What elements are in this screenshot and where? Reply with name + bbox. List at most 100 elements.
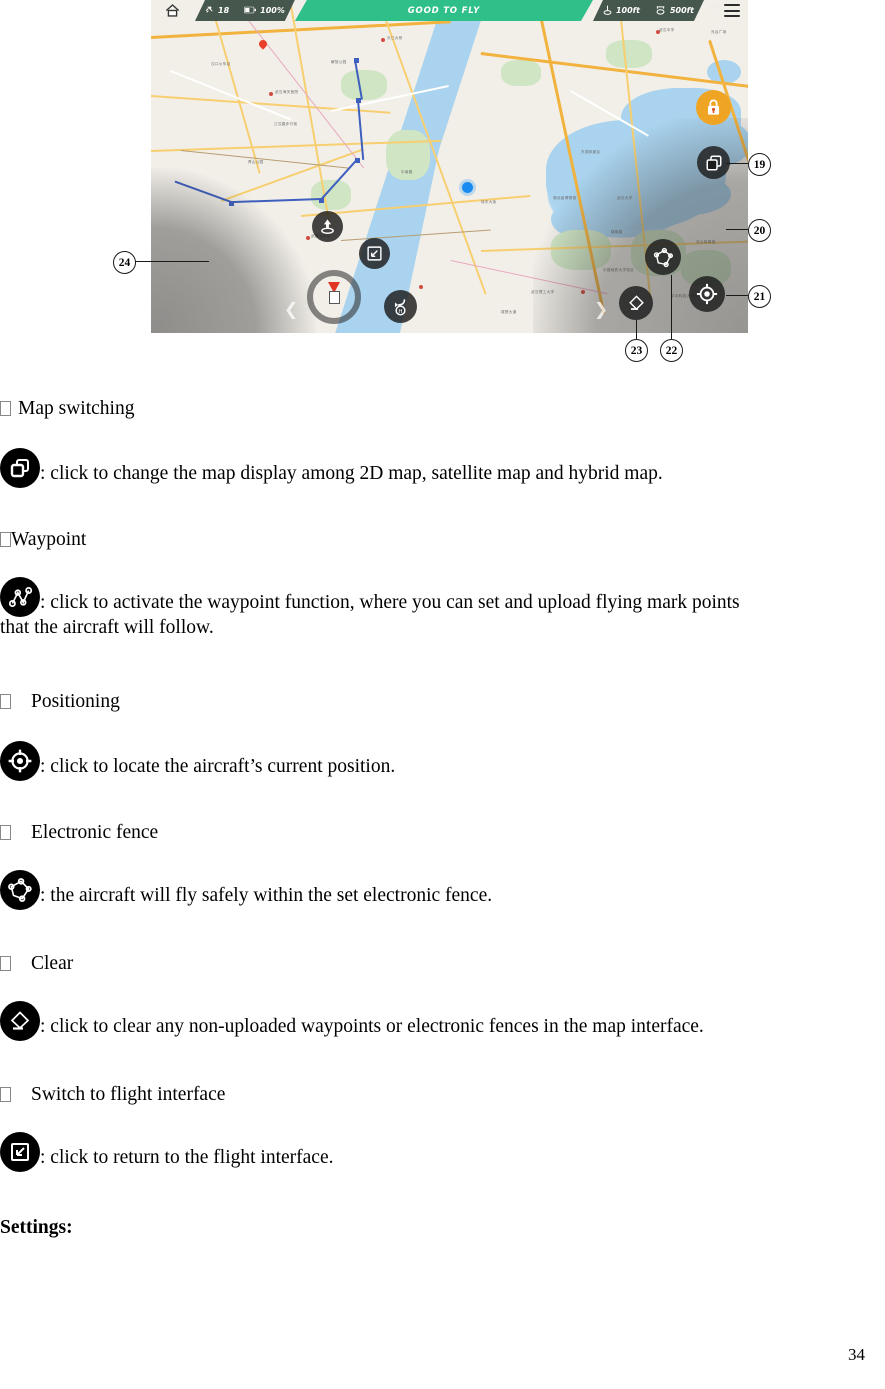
polygon-fence-icon [0,870,40,910]
heading-electronic-fence: Electronic fence [0,820,158,845]
previous-chevron-icon[interactable]: ❮ [284,300,298,320]
menu-line [724,15,740,17]
callout-21: 21 [748,285,771,308]
tofu-box-icon [0,694,11,709]
menu-line [724,9,740,12]
tofu-box-icon [0,532,11,547]
heading-waypoint: Waypoint [0,527,86,552]
heading-map-switching: Map switching [0,396,134,421]
route-node-2 [356,98,361,103]
crosshair-target-icon [696,283,718,305]
status-altitude-segment: 100ft 500ft [593,0,704,21]
map-label: 中南路 [401,170,413,174]
lake-lobe-se [651,175,731,215]
menu-line [724,4,740,6]
expand-diagonal-icon [0,1132,40,1172]
flight-status-badge: GOOD TO FLY [295,0,593,21]
map-label: 中国地质大学校区 [603,268,635,272]
map-label: 珞喻路 [611,230,623,234]
layers-icon [706,155,721,170]
heading-switch-to-flight: Switch to flight interface [0,1082,225,1107]
map-label: 徐东大街 [481,200,497,204]
clear-button[interactable] [619,286,653,320]
park-area-8 [606,40,652,68]
page-number: 34 [848,1345,865,1364]
polygon-fence-icon [653,247,673,267]
flight-route-seg-5 [174,180,232,203]
lock-icon [707,99,720,115]
callout-leader-24 [134,261,209,263]
map-label: 洪山体育馆 [696,240,716,244]
electronic-fence-button[interactable] [645,239,681,275]
map-label: 武汉中学 [659,28,675,32]
battery-level: 100% [260,6,285,15]
poi-dot [306,236,310,240]
park-area-3 [551,230,611,270]
map-label: 青山公园 [248,160,264,164]
map-interface-screen: 武汉海关医院 长江大桥 汉口火车站 武昌火车站 东湖风景区 中国地质大学校区 武… [151,0,748,333]
status-rth-label: RTH [710,5,718,10]
road-minor-1 [180,150,351,169]
road-ring-north [151,20,451,39]
heading-text: Positioning [31,691,120,712]
layers-icon [0,448,40,488]
return-to-home-button[interactable]: H [384,290,417,323]
waypoint-icon [0,577,40,617]
tofu-box-icon [0,401,11,416]
lock-button[interactable] [696,90,731,125]
positioning-button[interactable] [689,276,725,312]
eraser-icon [0,1001,40,1041]
heading-positioning: Positioning [0,689,120,714]
map-label: 江汉路步行街 [274,122,298,126]
map-canvas[interactable]: 武汉海关医院 长江大桥 汉口火车站 武昌火车站 东湖风景区 中国地质大学校区 武… [151,0,748,333]
route-node-1 [354,58,359,63]
distance-icon [655,5,666,17]
map-label: 武汉海关医院 [275,90,299,94]
home-icon[interactable] [165,3,180,18]
map-label: 雄楚大道 [501,310,517,314]
callout-19: 19 [748,153,771,176]
description-clear: : click to clear any non-uploaded waypoi… [40,1016,704,1037]
heading-clear: Clear [0,951,73,976]
entry-switch-to-flight: : click to return to the flight interfac… [0,1132,333,1172]
description-positioning: : click to locate the aircraft’s current… [40,756,396,777]
satellite-icon [205,5,214,16]
hamburger-menu-icon[interactable] [724,4,740,17]
poi-dot [381,38,385,42]
callout-leader-22 [671,275,673,339]
description-waypoint-line2: that the aircraft will follow. [0,617,214,638]
tofu-box-icon [0,825,11,840]
park-area-1 [341,70,387,100]
switch-to-flight-button[interactable] [359,238,390,269]
map-label: 光谷广场 [711,30,727,34]
heading-settings: Settings: [0,1217,73,1238]
heading-text: Electronic fence [31,822,159,843]
map-label: 东湖风景区 [581,150,601,154]
map-label: 汉口火车站 [211,62,231,66]
poi-dot [581,290,585,294]
callout-20: 20 [748,219,771,242]
entry-electronic-fence: : the aircraft will fly safely within th… [0,870,492,910]
poi-dot [419,285,423,289]
eraser-icon [628,294,644,310]
takeoff-button[interactable] [312,211,343,242]
map-label: 解放公园 [331,60,347,64]
tofu-box-icon [0,956,11,971]
altitude-value: 100ft [615,6,640,15]
map-label: 武汉理工大学 [531,290,555,294]
entry-clear: : click to clear any non-uploaded waypoi… [0,1001,704,1041]
map-marker-pin[interactable] [257,38,269,50]
return-home-icon: H [394,299,406,316]
route-node-5 [229,201,234,206]
callout-leader-21 [726,295,748,297]
callout-23: 23 [625,339,648,362]
compass [307,270,361,324]
next-chevron-icon[interactable]: ❯ [594,300,608,320]
expand-diagonal-icon [367,246,382,261]
description-map-switching: : click to change the map display among … [40,463,663,484]
entry-waypoint: : click to activate the waypoint functio… [0,577,740,617]
description-waypoint-line1: : click to activate the waypoint functio… [40,592,740,613]
heading-text: Map switching [18,398,135,419]
park-area-5 [501,60,541,86]
description-electronic-fence: : the aircraft will fly safely within th… [40,885,493,906]
